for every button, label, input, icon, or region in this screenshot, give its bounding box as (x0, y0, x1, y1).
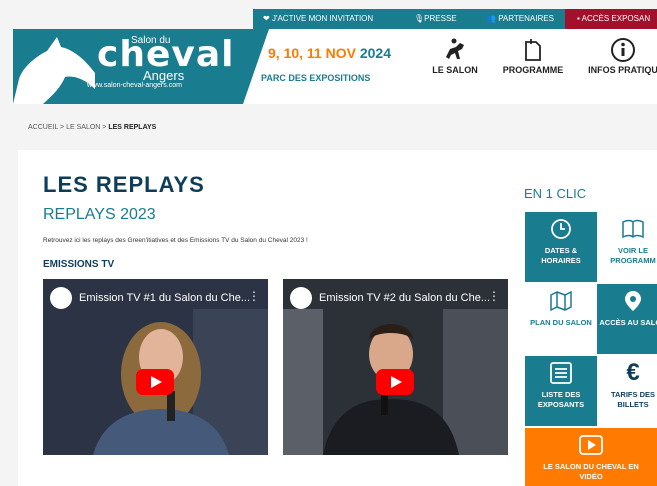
video-thumbnail (283, 279, 508, 455)
euro-icon: € (626, 359, 640, 386)
play-button[interactable] (136, 369, 174, 395)
breadcrumb-home[interactable]: ACCUEIL (28, 124, 58, 131)
channel-avatar (50, 287, 72, 309)
site-header: Salon du cheval Angers www.salon-cheval-… (13, 29, 657, 104)
map-icon (525, 284, 597, 318)
jockey-horse-icon (415, 35, 495, 65)
tile-acces-salon[interactable]: ACCÈS AU SALON (597, 284, 657, 354)
more-options-icon[interactable]: ⋮ (488, 289, 500, 303)
exhibitors-access-link[interactable]: ▪ ACCÈS EXPOSAN (565, 9, 657, 29)
play-button[interactable] (376, 369, 414, 395)
invitation-icon: ❤ (263, 14, 272, 23)
logo-url: www.salon-cheval-angers.com (87, 82, 182, 89)
clock-icon (525, 212, 597, 246)
play-icon (525, 428, 657, 462)
tile-dates-horaires[interactable]: DATES & HORAIRES (525, 212, 597, 282)
press-link[interactable]: 🎙PRESSE (388, 9, 468, 29)
header-diagonal (243, 29, 269, 104)
more-options-icon[interactable]: ⋮ (248, 289, 260, 303)
partners-link[interactable]: 👥 PARTENAIRES (468, 9, 565, 29)
top-bar: ❤ J'ACTIVE MON INVITATION 🎙PRESSE 👥 PART… (0, 9, 657, 29)
breadcrumb-current: LES REPLAYS (108, 124, 157, 131)
nav-programme[interactable]: PROGRAMME (493, 35, 573, 75)
location-pin-icon (597, 284, 657, 318)
channel-avatar (290, 287, 312, 309)
users-icon: 👥 (486, 14, 499, 23)
intro-text: Retrouvez ici les replays des Green'itia… (43, 237, 308, 244)
book-icon (597, 212, 657, 246)
tile-salon-video[interactable]: LE SALON DU CHEVAL EN VIDÉO (525, 428, 657, 486)
tile-voir-programme[interactable]: VOIR LE PROGRAMM (597, 212, 657, 282)
page-subtitle: REPLAYS 2023 (43, 206, 156, 223)
video-player[interactable]: Emission TV #2 du Salon du Che... ⋮ (283, 279, 508, 455)
tile-plan-du-salon[interactable]: PLAN DU SALON (525, 284, 597, 354)
tile-liste-exposants[interactable]: LISTE DES EXPOSANTS (525, 356, 597, 426)
logo-angers: Angers (143, 68, 185, 83)
invitation-link[interactable]: ❤ J'ACTIVE MON INVITATION (253, 9, 388, 29)
sidebar-title: EN 1 CLIC (524, 186, 587, 201)
video-title[interactable]: Emission TV #2 du Salon du Che... (319, 292, 490, 304)
breadcrumb-salon[interactable]: LE SALON (66, 124, 100, 131)
video-title[interactable]: Emission TV #1 du Salon du Che... (79, 292, 250, 304)
event-dates: 9, 10, 11 NOV 2024 (268, 45, 391, 61)
nav-infos-pratiques[interactable]: INFOS PRATIQU (583, 35, 657, 75)
event-venue: PARC DES EXPOSITIONS (261, 73, 371, 83)
tile-tarifs-billets[interactable]: € TARIFS DES BILLETS (597, 356, 657, 426)
document-icon (493, 35, 573, 65)
page-title: LES REPLAYS (43, 172, 205, 197)
video-player[interactable]: Emission TV #1 du Salon du Che... ⋮ (43, 279, 268, 455)
microphone-icon: 🎙 (414, 14, 425, 23)
video-thumbnail (43, 279, 268, 455)
horse-head-icon (13, 37, 95, 104)
list-icon (525, 356, 597, 390)
section-heading: EMISSIONS TV (43, 259, 115, 270)
site-logo[interactable]: Salon du cheval Angers www.salon-cheval-… (13, 29, 243, 104)
info-icon (583, 35, 657, 65)
nav-le-salon[interactable]: LE SALON (415, 35, 495, 75)
breadcrumb: ACCUEIL > LE SALON > LES REPLAYS (28, 124, 157, 131)
